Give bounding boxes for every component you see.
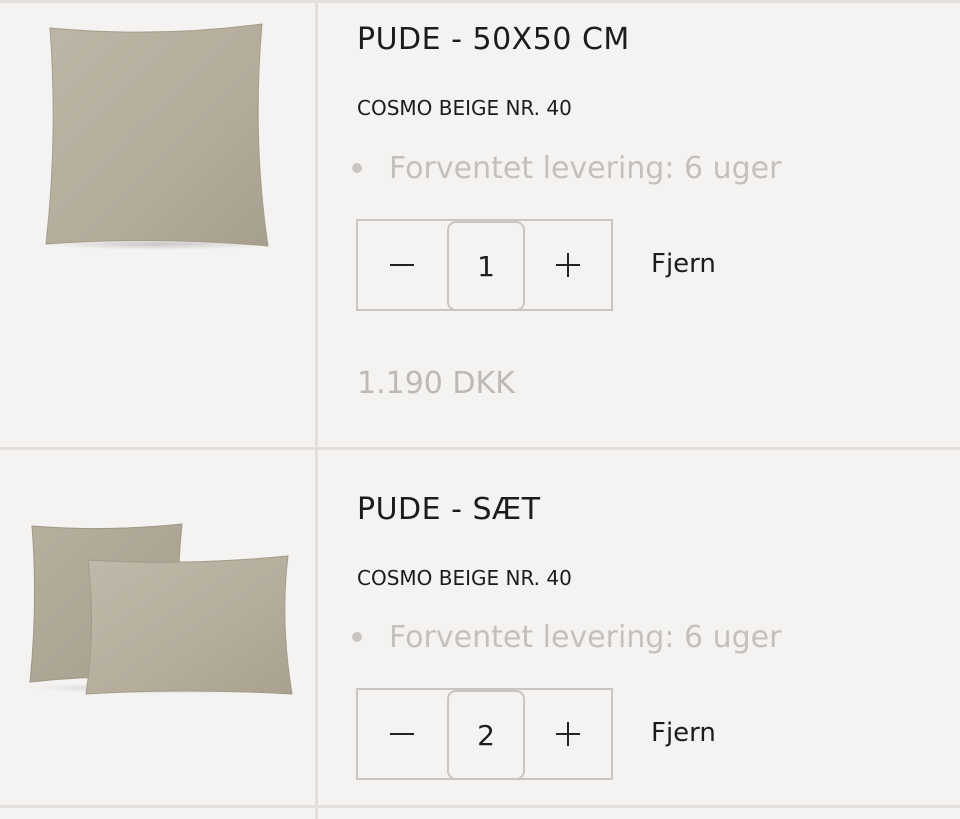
cart-list: PUDE - 50X50 CM COSMO BEIGE NR. 40 Forve… bbox=[0, 0, 960, 819]
remove-item-link[interactable]: Fjern bbox=[651, 249, 716, 279]
quantity-stepper: 2 bbox=[356, 688, 613, 780]
product-thumbnail[interactable] bbox=[0, 450, 315, 805]
decrease-quantity-button[interactable] bbox=[358, 221, 446, 309]
cushion-set-image bbox=[29, 523, 296, 695]
delivery-estimate: Forventet levering: 6 uger bbox=[352, 620, 781, 655]
quantity-input[interactable]: 2 bbox=[447, 690, 525, 780]
delivery-estimate: Forventet levering: 6 uger bbox=[352, 151, 781, 186]
minus-icon bbox=[390, 733, 414, 735]
product-title[interactable]: PUDE - SÆT bbox=[357, 492, 541, 527]
decrease-quantity-button[interactable] bbox=[358, 690, 446, 778]
quantity-input[interactable]: 1 bbox=[447, 221, 525, 311]
plus-icon bbox=[556, 253, 580, 277]
divider bbox=[0, 805, 960, 808]
increase-quantity-button[interactable] bbox=[524, 690, 612, 778]
item-price: 1.190 DKK bbox=[357, 366, 515, 401]
delivery-text: Forventet levering: 6 uger bbox=[389, 151, 782, 186]
increase-quantity-button[interactable] bbox=[524, 221, 612, 309]
cart-item: PUDE - 50X50 CM COSMO BEIGE NR. 40 Forve… bbox=[0, 0, 960, 447]
delivery-text: Forventet levering: 6 uger bbox=[389, 620, 782, 655]
product-variant: COSMO BEIGE NR. 40 bbox=[357, 96, 572, 120]
remove-item-link[interactable]: Fjern bbox=[651, 718, 716, 748]
bullet-icon bbox=[352, 631, 362, 642]
minus-icon bbox=[390, 264, 414, 266]
product-variant: COSMO BEIGE NR. 40 bbox=[357, 566, 572, 590]
bullet-icon bbox=[352, 162, 362, 173]
quantity-stepper: 1 bbox=[356, 219, 613, 311]
square-cushion-image bbox=[45, 23, 270, 250]
product-title[interactable]: PUDE - 50X50 CM bbox=[357, 22, 630, 57]
product-thumbnail[interactable] bbox=[0, 0, 315, 447]
plus-icon bbox=[556, 722, 580, 746]
cart-item: PUDE - SÆT COSMO BEIGE NR. 40 Forventet … bbox=[0, 450, 960, 805]
